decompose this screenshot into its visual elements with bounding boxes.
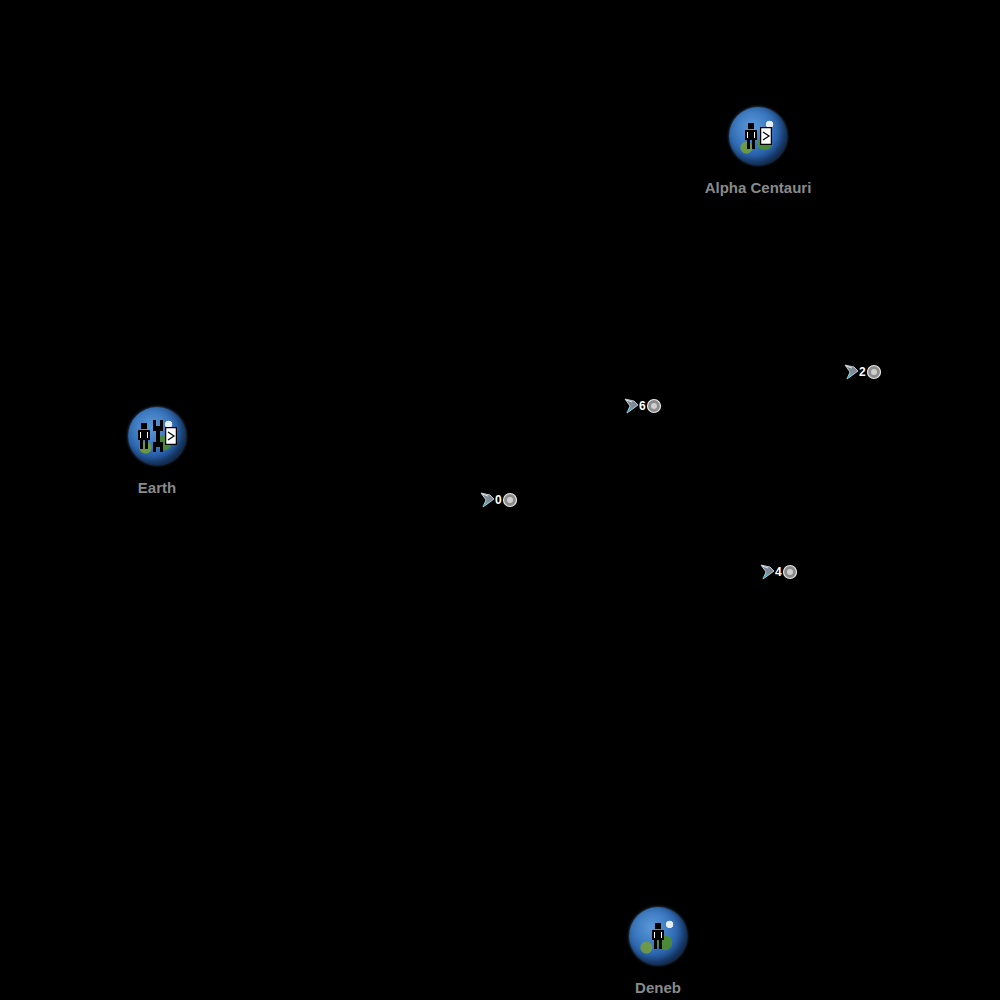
fleet-count: 2 <box>859 364 866 380</box>
fleet-count: 6 <box>639 398 646 414</box>
fleet[interactable]: 4 <box>760 562 800 582</box>
fleet[interactable]: 2 <box>844 362 884 382</box>
document-icon <box>760 127 772 145</box>
planet[interactable]: Alpha Centauri <box>678 107 838 196</box>
planet-label: Earth <box>138 479 176 496</box>
shield-icon <box>646 398 662 414</box>
planet[interactable]: Deneb <box>578 907 738 996</box>
document-icon <box>165 427 177 445</box>
shield-icon <box>502 492 518 508</box>
population-icon <box>137 423 151 449</box>
planet-globe[interactable] <box>729 107 787 165</box>
fleet-count: 0 <box>495 492 502 508</box>
wrench-icon <box>153 420 163 452</box>
shield-icon <box>782 564 798 580</box>
planet-label: Alpha Centauri <box>705 179 812 196</box>
planet-globe[interactable] <box>629 907 687 965</box>
star-map[interactable]: Alpha Centauri Earth Deneb 6 2 0 4 <box>0 0 1000 1000</box>
fleet-count: 4 <box>775 564 782 580</box>
planet-globe[interactable] <box>128 407 186 465</box>
population-icon <box>744 123 758 149</box>
fleet[interactable]: 6 <box>624 396 664 416</box>
planet-label: Deneb <box>635 979 681 996</box>
population-icon <box>651 923 665 949</box>
planet[interactable]: Earth <box>77 407 237 496</box>
shield-icon <box>866 364 882 380</box>
fleet[interactable]: 0 <box>480 490 520 510</box>
